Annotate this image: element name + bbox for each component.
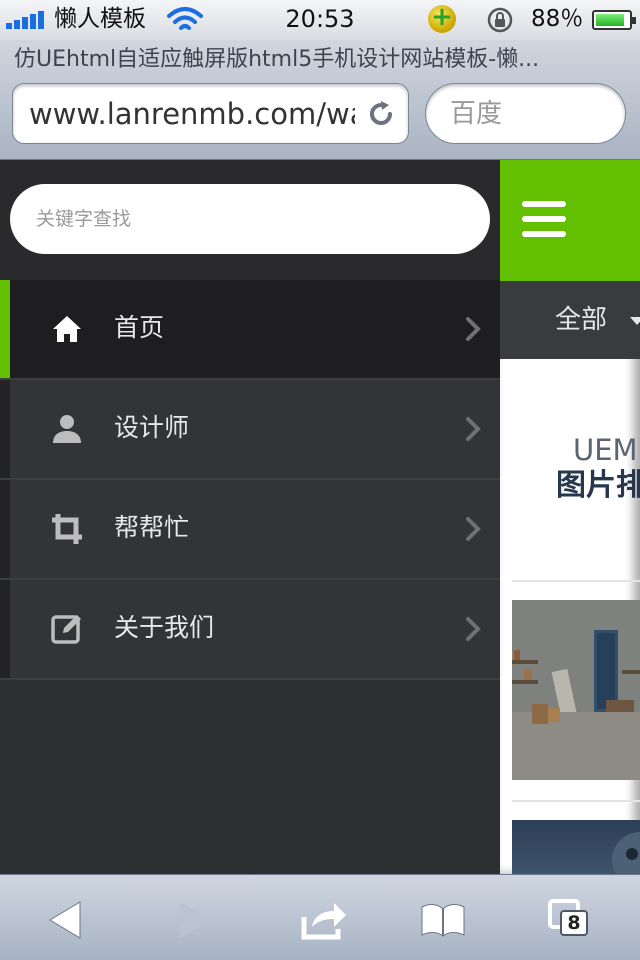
divider xyxy=(512,800,640,802)
caret-down-icon xyxy=(630,317,640,325)
url-text: www.lanrenmb.com/wap xyxy=(29,97,355,131)
battery-icon xyxy=(592,10,636,30)
main-content-pane: 全部 UEM 图片排 xyxy=(500,160,640,874)
keyword-search-input[interactable]: 关键字查找 xyxy=(10,184,490,254)
menu-item-label: 首页 xyxy=(114,313,165,342)
bookmarks-icon[interactable] xyxy=(418,895,468,945)
side-search-area: 关键字查找 xyxy=(0,160,500,280)
chevron-right-icon xyxy=(466,617,481,641)
page-title: 仿UEhtml自适应触屏版html5手机设计网站模板-懒... xyxy=(14,47,540,72)
post-thumbnail-image[interactable] xyxy=(512,820,640,874)
forward-icon xyxy=(180,902,210,938)
menu-item-edge xyxy=(0,580,10,678)
user-icon xyxy=(53,415,81,443)
side-menu: 关键字查找 首页 设计师 帮帮忙 关于我们 xyxy=(0,160,500,874)
divider xyxy=(512,580,640,582)
browser-search-placeholder: 百度 xyxy=(450,99,503,129)
menu-item-label: 设计师 xyxy=(114,413,190,442)
rotation-lock-icon xyxy=(487,7,513,33)
hero-title-cn: 图片排 xyxy=(556,468,640,503)
chevron-right-icon xyxy=(466,417,481,441)
keyword-search-placeholder: 关键字查找 xyxy=(36,208,132,230)
back-icon[interactable] xyxy=(44,895,94,945)
browser-toolbar xyxy=(0,874,640,960)
battery-percent: 88％ xyxy=(531,6,584,32)
tab-count-badge[interactable]: 8 xyxy=(560,910,588,936)
edit-icon xyxy=(51,615,81,644)
browser-search-field[interactable]: 百度 xyxy=(425,83,626,144)
active-indicator xyxy=(0,280,10,378)
browser-header: 仿UEhtml自适应触屏版html5手机设计网站模板-懒... www.lanr… xyxy=(0,40,640,160)
crop-icon xyxy=(52,514,82,544)
menu-item-about[interactable]: 关于我们 xyxy=(0,580,500,680)
share-icon[interactable] xyxy=(298,895,348,945)
filter-dropdown-label: 全部 xyxy=(555,305,608,335)
post-thumbnail-image[interactable] xyxy=(512,600,640,780)
menu-item-edge xyxy=(0,380,10,478)
chevron-right-icon xyxy=(466,317,481,341)
chevron-right-icon xyxy=(466,517,481,541)
top-bar xyxy=(500,160,640,281)
menu-item-help[interactable]: 帮帮忙 xyxy=(0,480,500,580)
home-icon xyxy=(53,316,81,342)
menu-item-designer[interactable]: 设计师 xyxy=(0,380,500,480)
filter-bar[interactable]: 全部 xyxy=(500,281,640,359)
status-bar: 懒人模板 20:53 88％ xyxy=(0,0,640,40)
url-field[interactable]: www.lanrenmb.com/wap xyxy=(12,83,409,144)
menu-toggle-icon[interactable] xyxy=(522,201,568,237)
menu-item-home[interactable]: 首页 xyxy=(0,280,500,380)
app-badge-icon xyxy=(428,3,456,33)
menu-item-label: 帮帮忙 xyxy=(114,513,190,542)
hero-title-en: UEM xyxy=(573,433,638,467)
reload-icon[interactable] xyxy=(366,99,396,129)
menu-item-edge xyxy=(0,480,10,578)
menu-item-label: 关于我们 xyxy=(114,613,215,642)
